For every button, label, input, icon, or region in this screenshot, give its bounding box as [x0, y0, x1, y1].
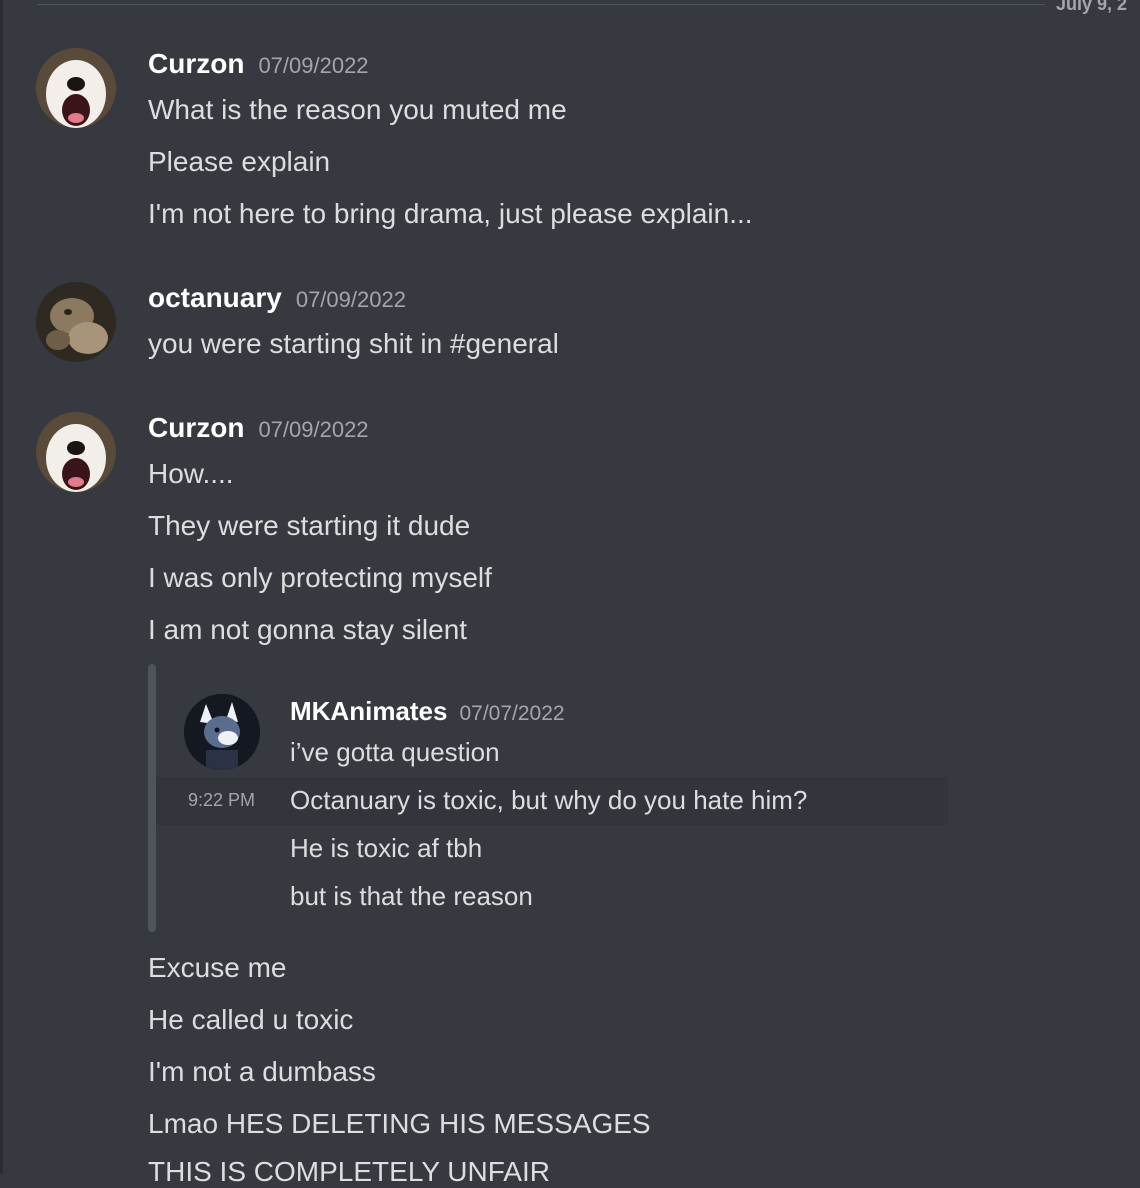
message-timestamp: 07/09/2022: [295, 287, 406, 312]
wolf-avatar-icon: [184, 694, 260, 770]
dog-avatar-icon: [36, 412, 116, 492]
avatar-curzon[interactable]: [36, 48, 116, 128]
message-text: you were starting shit in #general: [148, 328, 559, 359]
message-text: Lmao HES DELETING HIS MESSAGES: [148, 1108, 651, 1139]
cat-avatar-icon: [36, 282, 116, 362]
message-text: I was only protecting myself: [148, 562, 492, 593]
quote-bar: [148, 664, 156, 932]
message-text-partial: THIS IS COMPLETELY UNFAIR: [148, 1156, 550, 1187]
quote-header: MKAnimates 07/07/2022: [290, 696, 565, 727]
quote-text: Octanuary is toxic, but why do you hate …: [290, 785, 808, 815]
message-text: Excuse me: [148, 952, 287, 983]
date-divider-label: July 9, 2: [1056, 0, 1128, 14]
author-name[interactable]: Curzon: [148, 412, 244, 443]
message-header: octanuary 07/09/2022: [148, 282, 406, 314]
message-text: They were starting it dude: [148, 510, 471, 541]
avatar-curzon[interactable]: [36, 412, 116, 492]
author-name[interactable]: Curzon: [148, 48, 244, 79]
avatar-mkanimates[interactable]: [184, 694, 260, 770]
message-timestamp: 07/09/2022: [258, 417, 369, 442]
dog-avatar-icon: [36, 48, 116, 128]
author-name[interactable]: MKAnimates: [290, 696, 447, 726]
avatar-octanuary[interactable]: [36, 282, 116, 362]
message-text: Please explain: [148, 146, 331, 177]
date-divider-line: [37, 4, 1045, 5]
message-text: What is the reason you muted me: [148, 94, 567, 125]
quote-text: He is toxic af tbh: [290, 833, 483, 863]
message-text: I am not gonna stay silent: [148, 614, 468, 645]
message-text: I'm not here to bring drama, just please…: [148, 198, 753, 229]
message-header: Curzon 07/09/2022: [148, 412, 369, 444]
message-text: I'm not a dumbass: [148, 1056, 376, 1087]
hover-timestamp: 9:22 PM: [188, 790, 256, 810]
message-text: He called u toxic: [148, 1004, 354, 1035]
quote-text: i’ve gotta question: [290, 737, 500, 767]
message-timestamp: 07/09/2022: [258, 53, 369, 78]
author-name[interactable]: octanuary: [148, 282, 282, 313]
quote-text: but is that the reason: [290, 881, 533, 911]
message-header: Curzon 07/09/2022: [148, 48, 369, 80]
message-timestamp: 07/07/2022: [459, 702, 565, 725]
window-left-edge: [0, 0, 3, 1174]
message-text: How....: [148, 458, 234, 489]
